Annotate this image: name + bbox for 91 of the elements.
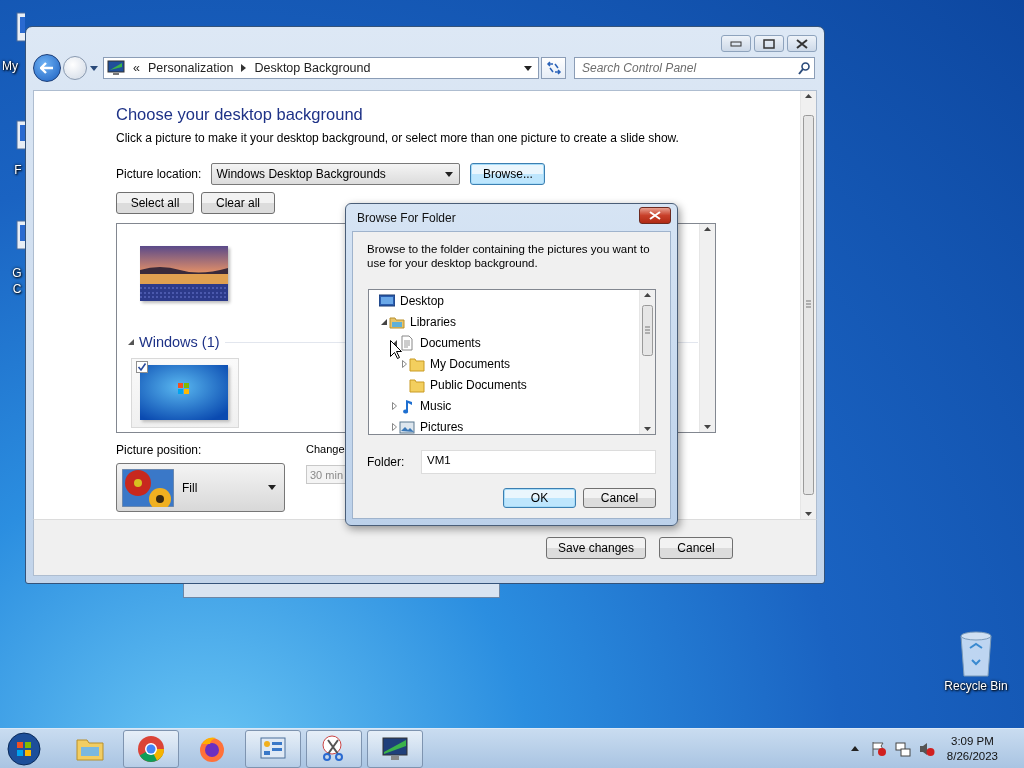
browse-button[interactable]: Browse... — [470, 163, 546, 185]
monitor-icon — [107, 60, 125, 76]
caret-icon — [850, 746, 859, 751]
dialog-title: Browse For Folder — [357, 210, 456, 225]
search-field[interactable]: Search Control Panel — [574, 57, 815, 79]
start-button[interactable] — [4, 730, 44, 767]
desktop-icon-label[interactable]: Recycle Bin — [944, 678, 1008, 694]
picture-tile[interactable] — [131, 358, 239, 428]
mouse-pointer-icon — [390, 340, 402, 359]
collapse-arrow-icon[interactable] — [128, 339, 134, 345]
desktop-icon-label[interactable]: F — [11, 162, 25, 178]
select-all-button[interactable]: Select all — [116, 192, 194, 214]
scroll-up-icon[interactable] — [805, 94, 812, 98]
close-button[interactable] — [639, 207, 671, 224]
speaker-muted-icon[interactable] — [918, 740, 935, 757]
close-icon — [649, 211, 661, 220]
instruction-text: Browse to the folder containing the pictures you want to use for your desktop background. — [367, 242, 651, 270]
collapsed-arrow-icon[interactable] — [391, 401, 397, 410]
ok-button[interactable]: OK — [503, 488, 576, 508]
refresh-icon — [545, 61, 562, 75]
tree-item[interactable]: Desktop — [400, 293, 445, 308]
recycle-bin-icon[interactable] — [958, 630, 994, 678]
scrollbar[interactable] — [800, 91, 816, 519]
tree-item[interactable]: Music — [420, 398, 452, 413]
close-button[interactable] — [787, 35, 817, 52]
folder-icon — [409, 355, 425, 372]
caret-icon — [445, 171, 454, 177]
back-button[interactable] — [33, 54, 61, 82]
tree-item[interactable]: Documents — [420, 335, 481, 350]
clock[interactable]: 3:09 PM 8/26/2023 — [946, 733, 998, 764]
desktop-icon-label[interactable]: G C — [10, 265, 24, 297]
scrollbar[interactable] — [699, 224, 715, 432]
search-icon[interactable] — [798, 62, 810, 75]
address-bar[interactable]: « Personalization Desktop Background — [103, 57, 539, 79]
refresh-button[interactable] — [541, 57, 566, 79]
windows-logo-icon — [7, 731, 41, 766]
desktop-icon-label[interactable]: My — [2, 58, 18, 74]
tree-item[interactable]: Libraries — [410, 314, 457, 329]
flower-thumbnail — [122, 468, 174, 507]
field-label: Change — [306, 443, 346, 455]
scrollbar[interactable] — [639, 290, 655, 434]
collapsed-arrow-icon[interactable] — [391, 422, 397, 431]
expanded-arrow-icon[interactable] — [381, 318, 387, 325]
network-icon[interactable] — [894, 740, 911, 757]
desktop-icon — [379, 292, 395, 309]
clear-all-button[interactable]: Clear all — [201, 192, 275, 214]
picture-position-dropdown[interactable]: Fill — [116, 463, 285, 512]
picture-icon — [399, 418, 415, 434]
checkbox[interactable] — [136, 361, 148, 373]
chrome-icon — [136, 733, 166, 764]
field-label: Picture location: — [116, 167, 202, 181]
taskbar-button[interactable] — [367, 729, 423, 768]
minimize-button[interactable] — [721, 35, 751, 52]
collapsed-arrow-icon[interactable] — [401, 359, 407, 368]
breadcrumb-item[interactable]: Desktop Background — [254, 61, 371, 75]
tree-item[interactable]: Pictures — [420, 419, 464, 434]
cancel-button[interactable]: Cancel — [659, 536, 733, 559]
scroll-thumb[interactable] — [642, 304, 653, 356]
minimize-icon — [730, 40, 742, 47]
scroll-down-icon[interactable] — [704, 425, 711, 429]
document-icon — [399, 334, 415, 351]
breadcrumb-overflow[interactable]: « — [133, 61, 140, 75]
scroll-down-icon[interactable] — [805, 512, 812, 516]
caret-icon — [268, 485, 276, 490]
breadcrumb-arrow-icon[interactable] — [241, 64, 247, 72]
caret-icon — [90, 65, 98, 71]
back-arrow-icon — [40, 62, 54, 74]
tree-item[interactable]: My Documents — [430, 356, 511, 371]
picture-location-dropdown[interactable]: Windows Desktop Backgrounds — [211, 163, 461, 185]
flag-icon[interactable] — [870, 740, 887, 757]
scroll-down-icon[interactable] — [644, 427, 651, 431]
close-icon — [796, 38, 808, 49]
group-header[interactable]: Windows (1) — [139, 334, 220, 350]
cancel-button[interactable]: Cancel — [583, 488, 656, 508]
history-dropdown[interactable] — [89, 63, 99, 73]
taskbar-button[interactable] — [306, 729, 362, 768]
field-label: Folder: — [367, 455, 405, 469]
scroll-up-icon[interactable] — [644, 293, 651, 297]
scroll-up-icon[interactable] — [704, 227, 711, 231]
folder-icon — [409, 376, 425, 393]
maximize-button[interactable] — [754, 35, 784, 52]
breadcrumb-item[interactable]: Personalization — [147, 61, 234, 75]
field-label: Picture position: — [116, 443, 203, 457]
description-text: Click a picture to make it your desktop background, or select more than one picture to create a slide show. — [116, 130, 679, 146]
folder-input[interactable]: VM1 — [421, 450, 656, 474]
save-button[interactable]: Save changes — [546, 536, 646, 559]
page-heading: Choose your desktop background — [116, 104, 363, 124]
scroll-thumb[interactable] — [803, 115, 814, 495]
tree-item[interactable]: Public Documents — [430, 377, 527, 392]
maximize-icon — [763, 38, 775, 49]
dropdown-arrow-icon[interactable] — [524, 65, 532, 71]
